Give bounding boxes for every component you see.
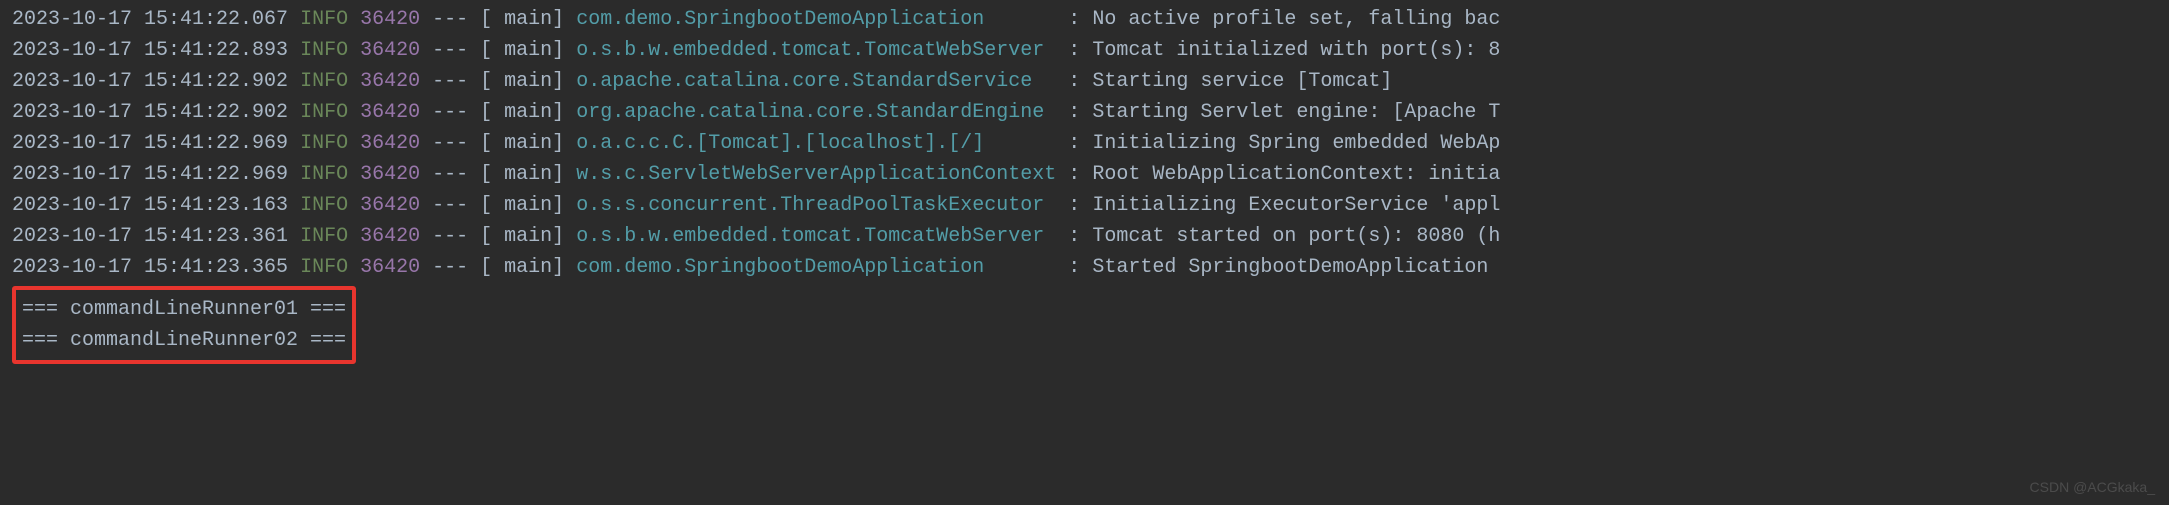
log-line: 2023-10-17 15:41:22.969 INFO 36420 --- [… bbox=[12, 128, 2157, 159]
log-message: Initializing ExecutorService 'appl bbox=[1092, 194, 1500, 217]
log-level: INFO bbox=[300, 194, 348, 217]
log-timestamp: 2023-10-17 15:41:23.365 bbox=[12, 256, 288, 279]
log-timestamp: 2023-10-17 15:41:22.893 bbox=[12, 39, 288, 62]
log-thread: [ main] bbox=[480, 39, 564, 62]
log-dashes: --- bbox=[432, 101, 468, 124]
watermark: CSDN @ACGkaka_ bbox=[2030, 477, 2155, 499]
log-message: Root WebApplicationContext: initia bbox=[1092, 163, 1500, 186]
runner-output-1: === commandLineRunner01 === bbox=[22, 294, 346, 325]
log-message: Starting Servlet engine: [Apache T bbox=[1092, 101, 1500, 124]
log-logger: o.s.s.concurrent.ThreadPoolTaskExecutor bbox=[576, 194, 1044, 217]
log-line: 2023-10-17 15:41:23.163 INFO 36420 --- [… bbox=[12, 190, 2157, 221]
log-message: Starting service [Tomcat] bbox=[1092, 70, 1392, 93]
log-line: 2023-10-17 15:41:23.361 INFO 36420 --- [… bbox=[12, 221, 2157, 252]
log-thread: [ main] bbox=[480, 101, 564, 124]
log-logger: org.apache.catalina.core.StandardEngine bbox=[576, 101, 1044, 124]
log-level: INFO bbox=[300, 132, 348, 155]
log-colon: : bbox=[1068, 39, 1080, 62]
log-line: 2023-10-17 15:41:22.067 INFO 36420 --- [… bbox=[12, 4, 2157, 35]
log-dashes: --- bbox=[432, 132, 468, 155]
log-line: 2023-10-17 15:41:22.902 INFO 36420 --- [… bbox=[12, 97, 2157, 128]
log-colon: : bbox=[1068, 70, 1080, 93]
log-line: 2023-10-17 15:41:22.902 INFO 36420 --- [… bbox=[12, 66, 2157, 97]
log-message: Initializing Spring embedded WebAp bbox=[1092, 132, 1500, 155]
log-timestamp: 2023-10-17 15:41:22.902 bbox=[12, 70, 288, 93]
log-line: 2023-10-17 15:41:22.969 INFO 36420 --- [… bbox=[12, 159, 2157, 190]
log-dashes: --- bbox=[432, 225, 468, 248]
log-colon: : bbox=[1068, 163, 1080, 186]
log-message: No active profile set, falling bac bbox=[1092, 8, 1500, 31]
log-thread: [ main] bbox=[480, 194, 564, 217]
log-colon: : bbox=[1068, 101, 1080, 124]
log-logger: w.s.c.ServletWebServerApplicationContext bbox=[576, 163, 1056, 186]
runner-output-2: === commandLineRunner02 === bbox=[22, 325, 346, 356]
log-level: INFO bbox=[300, 8, 348, 31]
log-thread: [ main] bbox=[480, 70, 564, 93]
log-logger: o.a.c.c.C.[Tomcat].[localhost].[/] bbox=[576, 132, 984, 155]
log-logger: com.demo.SpringbootDemoApplication bbox=[576, 256, 984, 279]
highlighted-box: === commandLineRunner01 === === commandL… bbox=[12, 286, 356, 364]
log-level: INFO bbox=[300, 163, 348, 186]
log-colon: : bbox=[1068, 225, 1080, 248]
log-thread: [ main] bbox=[480, 225, 564, 248]
log-timestamp: 2023-10-17 15:41:22.969 bbox=[12, 132, 288, 155]
log-thread: [ main] bbox=[480, 163, 564, 186]
log-timestamp: 2023-10-17 15:41:22.902 bbox=[12, 101, 288, 124]
log-output: 2023-10-17 15:41:22.067 INFO 36420 --- [… bbox=[12, 4, 2157, 283]
log-pid: 36420 bbox=[360, 194, 420, 217]
log-pid: 36420 bbox=[360, 256, 420, 279]
log-line: 2023-10-17 15:41:22.893 INFO 36420 --- [… bbox=[12, 35, 2157, 66]
log-timestamp: 2023-10-17 15:41:23.361 bbox=[12, 225, 288, 248]
log-pid: 36420 bbox=[360, 225, 420, 248]
log-level: INFO bbox=[300, 70, 348, 93]
log-thread: [ main] bbox=[480, 256, 564, 279]
log-message: Started SpringbootDemoApplication bbox=[1092, 256, 1488, 279]
log-line: 2023-10-17 15:41:23.365 INFO 36420 --- [… bbox=[12, 252, 2157, 283]
log-level: INFO bbox=[300, 101, 348, 124]
log-dashes: --- bbox=[432, 70, 468, 93]
log-colon: : bbox=[1068, 132, 1080, 155]
log-level: INFO bbox=[300, 225, 348, 248]
log-colon: : bbox=[1068, 256, 1080, 279]
log-pid: 36420 bbox=[360, 132, 420, 155]
log-dashes: --- bbox=[432, 8, 468, 31]
log-timestamp: 2023-10-17 15:41:22.969 bbox=[12, 163, 288, 186]
log-dashes: --- bbox=[432, 256, 468, 279]
log-logger: o.s.b.w.embedded.tomcat.TomcatWebServer bbox=[576, 225, 1044, 248]
log-level: INFO bbox=[300, 256, 348, 279]
log-level: INFO bbox=[300, 39, 348, 62]
log-timestamp: 2023-10-17 15:41:22.067 bbox=[12, 8, 288, 31]
log-logger: o.s.b.w.embedded.tomcat.TomcatWebServer bbox=[576, 39, 1044, 62]
log-dashes: --- bbox=[432, 163, 468, 186]
log-logger: o.apache.catalina.core.StandardService bbox=[576, 70, 1032, 93]
log-colon: : bbox=[1068, 194, 1080, 217]
log-message: Tomcat initialized with port(s): 8 bbox=[1092, 39, 1500, 62]
log-dashes: --- bbox=[432, 39, 468, 62]
log-dashes: --- bbox=[432, 194, 468, 217]
log-thread: [ main] bbox=[480, 132, 564, 155]
log-pid: 36420 bbox=[360, 8, 420, 31]
log-message: Tomcat started on port(s): 8080 (h bbox=[1092, 225, 1500, 248]
log-pid: 36420 bbox=[360, 101, 420, 124]
log-pid: 36420 bbox=[360, 39, 420, 62]
log-pid: 36420 bbox=[360, 163, 420, 186]
log-thread: [ main] bbox=[480, 8, 564, 31]
log-logger: com.demo.SpringbootDemoApplication bbox=[576, 8, 984, 31]
log-pid: 36420 bbox=[360, 70, 420, 93]
log-colon: : bbox=[1068, 8, 1080, 31]
log-timestamp: 2023-10-17 15:41:23.163 bbox=[12, 194, 288, 217]
